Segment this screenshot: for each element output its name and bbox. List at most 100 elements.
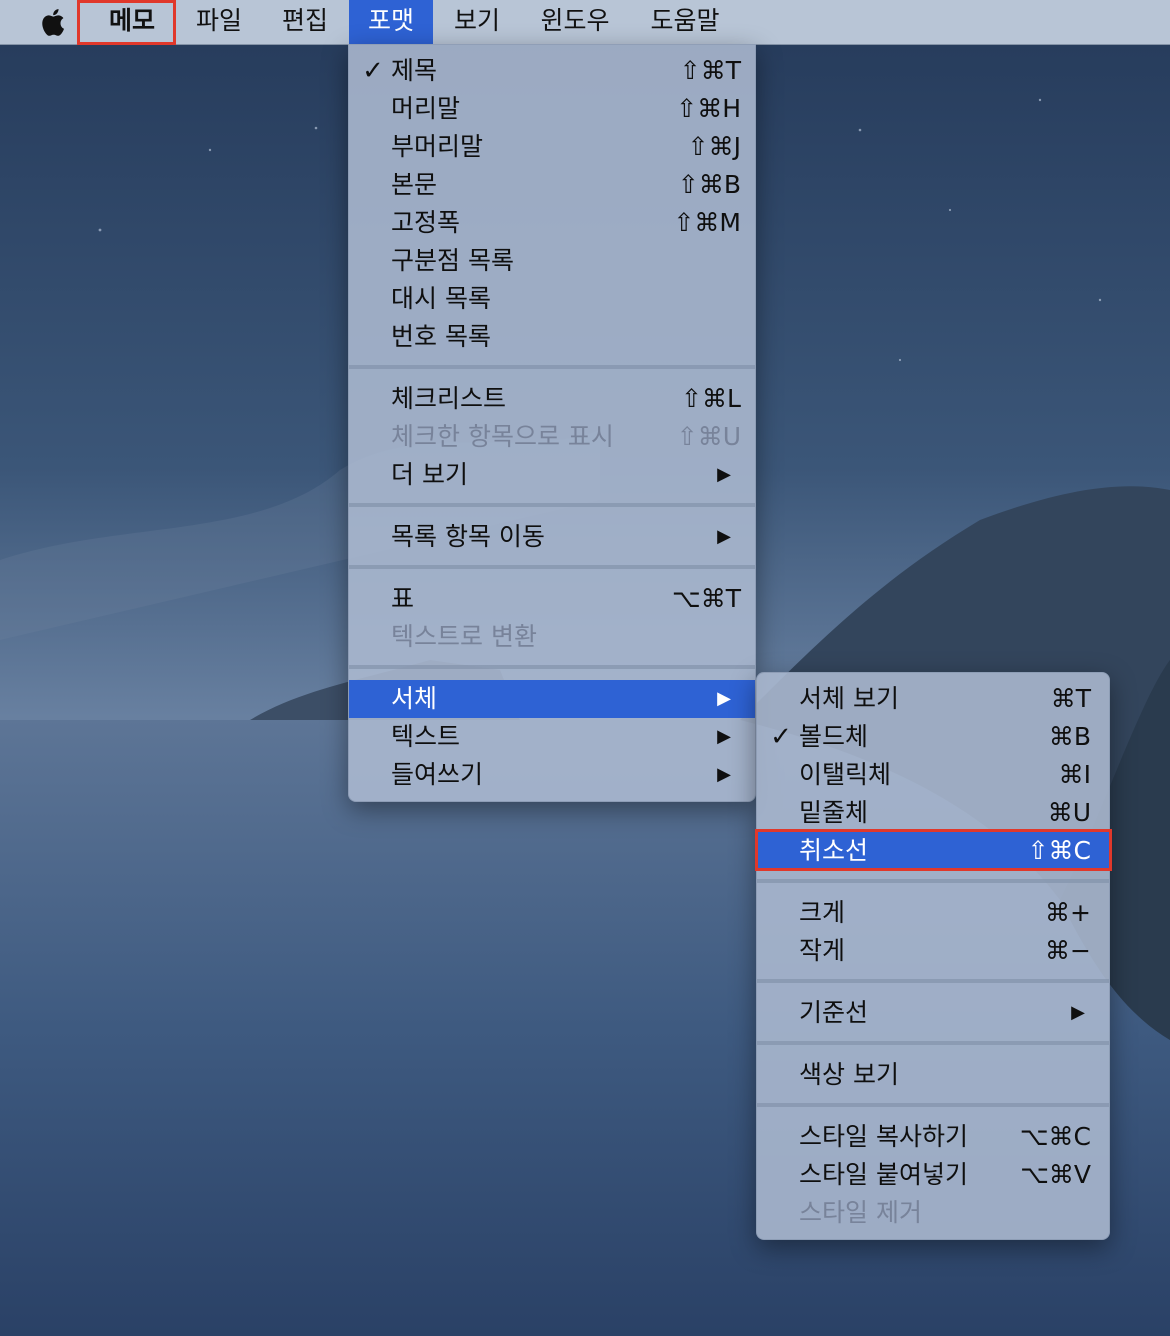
- menu-item-label: 작게: [799, 936, 846, 965]
- menu-item-subheading[interactable]: 부머리말 ⇧⌘J: [349, 128, 755, 166]
- menu-item-label: 스타일 제거: [799, 1198, 922, 1227]
- submenu-arrow-icon: ▶: [717, 726, 731, 747]
- menu-item-label: 취소선: [799, 836, 869, 865]
- menu-item-label: 서체: [391, 684, 438, 713]
- menu-item-label: 텍스트: [391, 722, 461, 751]
- shortcut-label: ⌘B: [1048, 722, 1091, 751]
- font-submenu: 서체 보기 ⌘T ✓ 볼드체 ⌘B 이탤릭체 ⌘I 밑줄체 ⌘U 취소선 ⇧⌘C…: [756, 672, 1110, 1240]
- submenu-arrow-icon: ▶: [717, 688, 731, 709]
- shortcut-label: ⌘+: [1045, 898, 1091, 927]
- menu-item-label: 더 보기: [391, 460, 468, 489]
- shortcut-label: ⇧⌘L: [681, 384, 741, 413]
- menu-item-bold[interactable]: ✓ 볼드체 ⌘B: [757, 718, 1109, 756]
- menu-separator: [349, 365, 755, 369]
- menubar-notes[interactable]: 메모: [90, 0, 174, 44]
- shortcut-label: ⇧⌘H: [676, 94, 741, 123]
- menu-item-body[interactable]: 본문 ⇧⌘B: [349, 166, 755, 204]
- menu-item-label: 스타일 붙여넣기: [799, 1160, 968, 1189]
- shortcut-label: ⇧⌘B: [677, 170, 741, 199]
- menu-item-label: 표: [391, 584, 415, 613]
- shortcut-label: ⇧⌘J: [687, 132, 741, 161]
- checkmark-icon: ✓: [362, 56, 384, 86]
- menu-item-table[interactable]: 표 ⌥⌘T: [349, 580, 755, 618]
- menu-item-more[interactable]: 더 보기 ▶: [349, 456, 755, 494]
- menu-item-remove-style: 스타일 제거: [757, 1194, 1109, 1232]
- menu-bar: 메모 파일 편집 포맷 보기 윈도우 도움말: [0, 0, 1170, 45]
- menu-item-label: 색상 보기: [799, 1060, 899, 1089]
- menu-item-bulleted-list[interactable]: 구분점 목록: [349, 242, 755, 280]
- submenu-arrow-icon: ▶: [1071, 1002, 1085, 1023]
- menu-separator: [349, 503, 755, 507]
- submenu-arrow-icon: ▶: [717, 764, 731, 785]
- menu-item-label: 번호 목록: [391, 322, 491, 351]
- menu-item-show-fonts[interactable]: 서체 보기 ⌘T: [757, 680, 1109, 718]
- menu-item-label: 스타일 복사하기: [799, 1122, 968, 1151]
- menu-item-title[interactable]: ✓ 제목 ⇧⌘T: [349, 52, 755, 90]
- menu-item-label: 텍스트로 변환: [391, 622, 537, 651]
- menubar-window[interactable]: 윈도우: [526, 0, 624, 44]
- menu-item-label: 구분점 목록: [391, 246, 514, 275]
- menu-separator: [757, 1103, 1109, 1107]
- menu-item-italic[interactable]: 이탤릭체 ⌘I: [757, 756, 1109, 794]
- shortcut-label: ⌘I: [1058, 760, 1091, 789]
- menu-separator: [349, 565, 755, 569]
- menu-item-label: 체크리스트: [391, 384, 507, 413]
- menu-separator: [349, 665, 755, 669]
- format-menu: ✓ 제목 ⇧⌘T 머리말 ⇧⌘H 부머리말 ⇧⌘J 본문 ⇧⌘B 고정폭 ⇧⌘M…: [348, 44, 756, 802]
- menu-item-underline[interactable]: 밑줄체 ⌘U: [757, 794, 1109, 832]
- menubar-help[interactable]: 도움말: [636, 0, 734, 44]
- shortcut-label: ⌘T: [1050, 684, 1091, 713]
- menu-item-dashed-list[interactable]: 대시 목록: [349, 280, 755, 318]
- menu-item-paste-style[interactable]: 스타일 붙여넣기 ⌥⌘V: [757, 1156, 1109, 1194]
- menu-item-label: 이탤릭체: [799, 760, 892, 789]
- shortcut-label: ⌥⌘T: [671, 584, 741, 613]
- menu-item-label: 부머리말: [391, 132, 484, 161]
- menu-item-label: 들여쓰기: [391, 760, 484, 789]
- shortcut-label: ⇧⌘U: [676, 422, 741, 451]
- shortcut-label: ⇧⌘T: [679, 56, 741, 85]
- menubar-file[interactable]: 파일: [180, 0, 258, 44]
- menu-item-strikethrough[interactable]: 취소선 ⇧⌘C: [757, 832, 1109, 870]
- menu-item-label: 서체 보기: [799, 684, 899, 713]
- menu-item-mark-as-checked: 체크한 항목으로 표시 ⇧⌘U: [349, 418, 755, 456]
- menu-item-show-colors[interactable]: 색상 보기: [757, 1056, 1109, 1094]
- menu-separator: [757, 979, 1109, 983]
- menu-item-checklist[interactable]: 체크리스트 ⇧⌘L: [349, 380, 755, 418]
- menu-item-label: 체크한 항목으로 표시: [391, 422, 614, 451]
- menu-item-label: 목록 항목 이동: [391, 522, 545, 551]
- menu-item-heading[interactable]: 머리말 ⇧⌘H: [349, 90, 755, 128]
- shortcut-label: ⇧⌘M: [673, 208, 741, 237]
- menu-item-move-list-item[interactable]: 목록 항목 이동 ▶: [349, 518, 755, 556]
- menu-item-bigger[interactable]: 크게 ⌘+: [757, 894, 1109, 932]
- shortcut-label: ⇧⌘C: [1027, 836, 1091, 865]
- menu-item-indentation[interactable]: 들여쓰기 ▶: [349, 756, 755, 794]
- menu-item-text[interactable]: 텍스트 ▶: [349, 718, 755, 756]
- menu-separator: [757, 1041, 1109, 1045]
- menu-item-label: 크게: [799, 898, 846, 927]
- menu-item-label: 제목: [391, 56, 438, 85]
- menu-item-copy-style[interactable]: 스타일 복사하기 ⌥⌘C: [757, 1118, 1109, 1156]
- apple-logo-icon[interactable]: [40, 6, 70, 38]
- menu-item-baseline[interactable]: 기준선 ▶: [757, 994, 1109, 1032]
- menu-item-label: 기준선: [799, 998, 869, 1027]
- menu-item-label: 대시 목록: [391, 284, 491, 313]
- menu-item-numbered-list[interactable]: 번호 목록: [349, 318, 755, 356]
- submenu-arrow-icon: ▶: [717, 464, 731, 485]
- menu-item-label: 고정폭: [391, 208, 461, 237]
- menu-item-label: 머리말: [391, 94, 461, 123]
- menu-separator: [757, 879, 1109, 883]
- shortcut-label: ⌥⌘V: [1020, 1160, 1091, 1189]
- shortcut-label: ⌥⌘C: [1019, 1122, 1091, 1151]
- menubar-view[interactable]: 보기: [438, 0, 516, 44]
- menu-item-monospaced[interactable]: 고정폭 ⇧⌘M: [349, 204, 755, 242]
- menubar-format[interactable]: 포맷: [349, 0, 433, 44]
- checkmark-icon: ✓: [770, 722, 792, 752]
- submenu-arrow-icon: ▶: [717, 526, 731, 547]
- menu-item-font[interactable]: 서체 ▶: [349, 680, 755, 718]
- shortcut-label: ⌘U: [1047, 798, 1091, 827]
- menu-item-label: 밑줄체: [799, 798, 869, 827]
- shortcut-label: ⌘−: [1045, 936, 1091, 965]
- menu-item-label: 볼드체: [799, 722, 869, 751]
- menubar-edit[interactable]: 편집: [266, 0, 344, 44]
- menu-item-smaller[interactable]: 작게 ⌘−: [757, 932, 1109, 970]
